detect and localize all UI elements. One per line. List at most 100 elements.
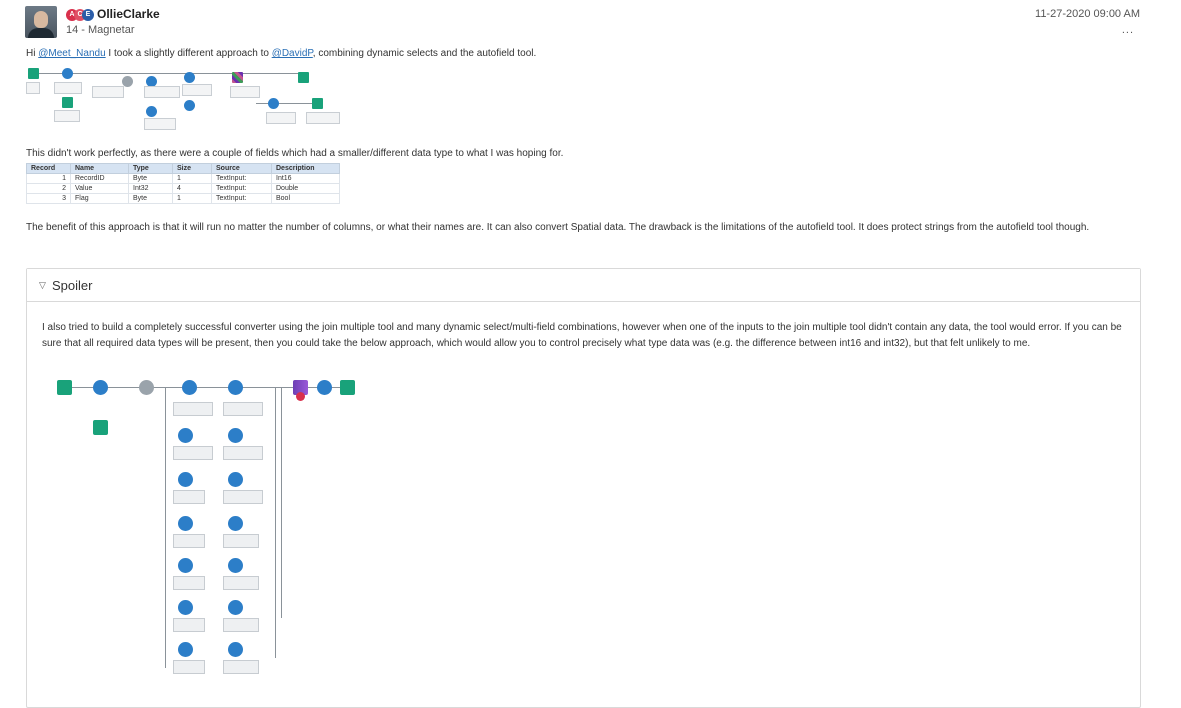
table-header: Size bbox=[172, 163, 212, 174]
browse-tool-icon bbox=[312, 98, 323, 109]
table-cell: 2 bbox=[26, 183, 71, 194]
spoiler-title: Spoiler bbox=[52, 278, 93, 293]
workflow-connector bbox=[65, 387, 355, 388]
filter-tool-icon bbox=[178, 558, 193, 573]
tool-annotation bbox=[223, 534, 259, 548]
tool-annotation bbox=[54, 82, 82, 94]
spoiler-body: I also tried to build a completely succe… bbox=[42, 322, 1122, 349]
select-tool-icon bbox=[139, 380, 154, 395]
filter-tool-icon bbox=[178, 428, 193, 443]
input-tool-icon bbox=[93, 420, 108, 435]
browse-tool-icon bbox=[340, 380, 355, 395]
table-header: Name bbox=[70, 163, 129, 174]
intro-middle: I took a slightly different approach to bbox=[105, 48, 272, 59]
tool-annotation bbox=[54, 110, 80, 122]
table-cell: TextInput: bbox=[211, 183, 272, 194]
formula-tool-icon bbox=[317, 380, 332, 395]
table-cell: Double bbox=[271, 183, 340, 194]
autofield-tool-icon bbox=[184, 72, 195, 83]
tool-annotation bbox=[173, 446, 213, 460]
formula-tool-icon bbox=[93, 380, 108, 395]
author-name[interactable]: OllieClarke bbox=[97, 7, 160, 21]
table-cell: 4 bbox=[172, 183, 212, 194]
table-cell: 1 bbox=[172, 193, 212, 204]
workflow-connector bbox=[256, 103, 316, 104]
tool-annotation bbox=[223, 402, 263, 416]
join-multiple-tool-icon bbox=[232, 72, 243, 83]
table-cell: Int32 bbox=[128, 183, 173, 194]
table-cell: RecordID bbox=[70, 173, 129, 184]
error-badge-icon bbox=[296, 392, 305, 401]
table-cell: TextInput: bbox=[211, 173, 272, 184]
tool-annotation bbox=[223, 490, 263, 504]
tool-annotation bbox=[306, 112, 340, 124]
field-type-table: Record Name Type Size Source Description… bbox=[26, 163, 340, 204]
filter-tool-icon bbox=[182, 380, 197, 395]
intro-prefix: Hi bbox=[26, 48, 39, 59]
workflow-screenshot-large[interactable] bbox=[55, 380, 375, 680]
table-row: 1 RecordID Byte 1 TextInput: Int16 bbox=[26, 173, 340, 184]
workflow-screenshot-small[interactable] bbox=[26, 68, 346, 140]
tool-annotation bbox=[92, 86, 124, 98]
table-header: Description bbox=[271, 163, 340, 174]
autofield-tool-icon bbox=[228, 600, 243, 615]
caveat-paragraph: This didn't work perfectly, as there wer… bbox=[26, 148, 564, 159]
formula-tool-icon bbox=[62, 68, 73, 79]
table-header: Source bbox=[211, 163, 272, 174]
tool-annotation bbox=[223, 446, 263, 460]
table-cell: 3 bbox=[26, 193, 71, 204]
filter-tool-icon bbox=[178, 472, 193, 487]
autofield-tool-icon bbox=[228, 642, 243, 657]
intro-paragraph: Hi @Meet_Nandu I took a slightly differe… bbox=[26, 46, 536, 62]
input-tool-icon bbox=[57, 380, 72, 395]
tool-annotation bbox=[230, 86, 260, 98]
more-options-icon[interactable]: ... bbox=[1122, 24, 1134, 36]
ace-badge-letter-e: E bbox=[82, 9, 94, 21]
filter-tool-icon bbox=[178, 516, 193, 531]
autofield-tool-icon bbox=[228, 428, 243, 443]
workflow-connector bbox=[38, 73, 308, 74]
workflow-connector bbox=[281, 388, 282, 618]
tool-annotation bbox=[173, 660, 205, 674]
filter-tool-icon bbox=[146, 106, 157, 117]
user-avatar[interactable] bbox=[25, 6, 57, 38]
mention-davidp[interactable]: @DavidP bbox=[272, 48, 313, 59]
triangle-down-icon: ▽ bbox=[39, 280, 46, 290]
tool-annotation bbox=[26, 82, 40, 94]
tool-annotation bbox=[173, 534, 205, 548]
browse-tool-icon bbox=[298, 72, 309, 83]
autofield-tool-icon bbox=[228, 516, 243, 531]
table-cell: TextInput: bbox=[211, 193, 272, 204]
ace-badge-icon: A C E bbox=[66, 9, 94, 21]
intro-suffix: , combining dynamic selects and the auto… bbox=[312, 48, 537, 59]
table-row: 3 Flag Byte 1 TextInput: Bool bbox=[26, 193, 340, 204]
formula-tool-icon bbox=[268, 98, 279, 109]
workflow-connector bbox=[165, 388, 166, 668]
tool-annotation bbox=[173, 490, 205, 504]
tool-annotation bbox=[173, 576, 205, 590]
table-cell: Byte bbox=[128, 173, 173, 184]
table-row: 2 Value Int32 4 TextInput: Double bbox=[26, 183, 340, 194]
spoiler-toggle[interactable]: ▽ Spoiler bbox=[27, 269, 1140, 302]
table-cell: Flag bbox=[70, 193, 129, 204]
table-header: Type bbox=[128, 163, 173, 174]
tool-annotation bbox=[223, 660, 259, 674]
table-header-row: Record Name Type Size Source Description bbox=[26, 163, 340, 174]
autofield-tool-icon bbox=[228, 558, 243, 573]
table-cell: 1 bbox=[172, 173, 212, 184]
avatar-shirt bbox=[28, 28, 54, 38]
select-tool-icon bbox=[184, 100, 195, 111]
tool-annotation bbox=[144, 86, 180, 98]
table-cell: Int16 bbox=[271, 173, 340, 184]
table-cell: Bool bbox=[271, 193, 340, 204]
avatar-face bbox=[34, 11, 48, 28]
table-cell: Byte bbox=[128, 193, 173, 204]
filter-tool-icon bbox=[178, 600, 193, 615]
workflow-connector bbox=[275, 388, 276, 658]
tool-annotation bbox=[266, 112, 296, 124]
autofield-tool-icon bbox=[228, 380, 243, 395]
mention-meet-nandu[interactable]: @Meet_Nandu bbox=[38, 48, 105, 59]
autofield-tool-icon bbox=[228, 472, 243, 487]
tool-annotation bbox=[223, 576, 259, 590]
tool-annotation bbox=[223, 618, 259, 632]
